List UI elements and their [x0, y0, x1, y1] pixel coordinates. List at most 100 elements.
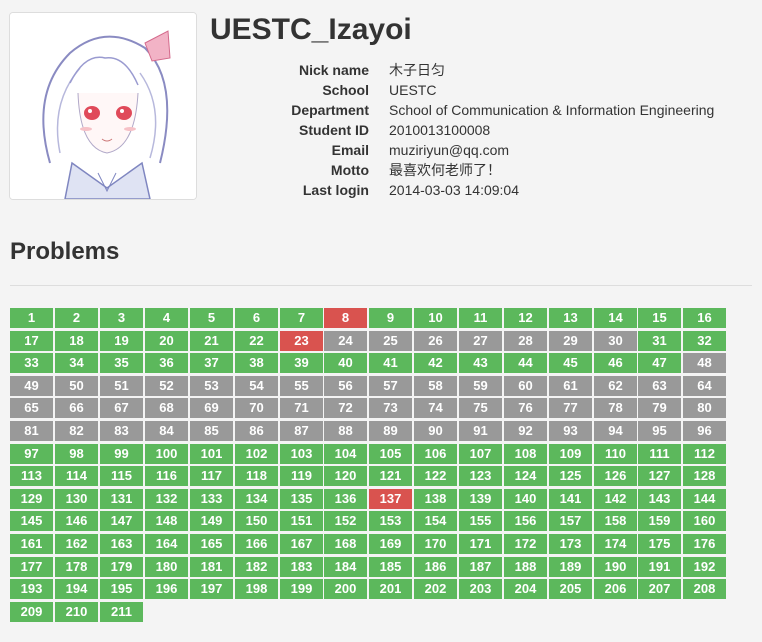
problem-cell-46[interactable]: 46	[594, 353, 637, 373]
problem-cell-204[interactable]: 204	[504, 579, 547, 599]
problem-cell-55[interactable]: 55	[280, 376, 323, 396]
problem-cell-57[interactable]: 57	[369, 376, 412, 396]
problem-cell-73[interactable]: 73	[369, 398, 412, 418]
problem-cell-170[interactable]: 170	[414, 534, 457, 554]
problem-cell-210[interactable]: 210	[55, 602, 98, 622]
problem-cell-118[interactable]: 118	[235, 466, 278, 486]
problem-cell-112[interactable]: 112	[683, 444, 726, 464]
problem-cell-49[interactable]: 49	[10, 376, 53, 396]
problem-cell-84[interactable]: 84	[145, 421, 188, 441]
problem-cell-9[interactable]: 9	[369, 308, 412, 328]
problem-cell-152[interactable]: 152	[324, 511, 367, 531]
problem-cell-203[interactable]: 203	[459, 579, 502, 599]
problem-cell-19[interactable]: 19	[100, 331, 143, 351]
problem-cell-45[interactable]: 45	[549, 353, 592, 373]
problem-cell-174[interactable]: 174	[594, 534, 637, 554]
problem-cell-148[interactable]: 148	[145, 511, 188, 531]
problem-cell-38[interactable]: 38	[235, 353, 278, 373]
problem-cell-12[interactable]: 12	[504, 308, 547, 328]
problem-cell-168[interactable]: 168	[324, 534, 367, 554]
problem-cell-106[interactable]: 106	[414, 444, 457, 464]
problem-cell-85[interactable]: 85	[190, 421, 233, 441]
problem-cell-173[interactable]: 173	[549, 534, 592, 554]
problem-cell-102[interactable]: 102	[235, 444, 278, 464]
problem-cell-87[interactable]: 87	[280, 421, 323, 441]
problem-cell-145[interactable]: 145	[10, 511, 53, 531]
problem-cell-10[interactable]: 10	[414, 308, 457, 328]
problem-cell-62[interactable]: 62	[594, 376, 637, 396]
problem-cell-190[interactable]: 190	[594, 557, 637, 577]
problem-cell-157[interactable]: 157	[549, 511, 592, 531]
problem-cell-103[interactable]: 103	[280, 444, 323, 464]
problem-cell-78[interactable]: 78	[594, 398, 637, 418]
problem-cell-172[interactable]: 172	[504, 534, 547, 554]
problem-cell-29[interactable]: 29	[549, 331, 592, 351]
problem-cell-74[interactable]: 74	[414, 398, 457, 418]
problem-cell-44[interactable]: 44	[504, 353, 547, 373]
problem-cell-209[interactable]: 209	[10, 602, 53, 622]
problem-cell-75[interactable]: 75	[459, 398, 502, 418]
problem-cell-119[interactable]: 119	[280, 466, 323, 486]
problem-cell-123[interactable]: 123	[459, 466, 502, 486]
problem-cell-3[interactable]: 3	[100, 308, 143, 328]
problem-cell-160[interactable]: 160	[683, 511, 726, 531]
problem-cell-20[interactable]: 20	[145, 331, 188, 351]
problem-cell-191[interactable]: 191	[638, 557, 681, 577]
problem-cell-69[interactable]: 69	[190, 398, 233, 418]
problem-cell-211[interactable]: 211	[100, 602, 143, 622]
problem-cell-180[interactable]: 180	[145, 557, 188, 577]
problem-cell-175[interactable]: 175	[638, 534, 681, 554]
problem-cell-109[interactable]: 109	[549, 444, 592, 464]
problem-cell-50[interactable]: 50	[55, 376, 98, 396]
problem-cell-164[interactable]: 164	[145, 534, 188, 554]
problem-cell-71[interactable]: 71	[280, 398, 323, 418]
problem-cell-142[interactable]: 142	[594, 489, 637, 509]
problem-cell-185[interactable]: 185	[369, 557, 412, 577]
problem-cell-7[interactable]: 7	[280, 308, 323, 328]
problem-cell-200[interactable]: 200	[324, 579, 367, 599]
problem-cell-4[interactable]: 4	[145, 308, 188, 328]
problem-cell-176[interactable]: 176	[683, 534, 726, 554]
problem-cell-149[interactable]: 149	[190, 511, 233, 531]
problem-cell-23[interactable]: 23	[280, 331, 323, 351]
problem-cell-35[interactable]: 35	[100, 353, 143, 373]
problem-cell-37[interactable]: 37	[190, 353, 233, 373]
problem-cell-127[interactable]: 127	[638, 466, 681, 486]
problem-cell-79[interactable]: 79	[638, 398, 681, 418]
problem-cell-122[interactable]: 122	[414, 466, 457, 486]
problem-cell-128[interactable]: 128	[683, 466, 726, 486]
problem-cell-97[interactable]: 97	[10, 444, 53, 464]
problem-cell-129[interactable]: 129	[10, 489, 53, 509]
problem-cell-167[interactable]: 167	[280, 534, 323, 554]
problem-cell-192[interactable]: 192	[683, 557, 726, 577]
problem-cell-197[interactable]: 197	[190, 579, 233, 599]
problem-cell-158[interactable]: 158	[594, 511, 637, 531]
problem-cell-92[interactable]: 92	[504, 421, 547, 441]
problem-cell-125[interactable]: 125	[549, 466, 592, 486]
problem-cell-70[interactable]: 70	[235, 398, 278, 418]
problem-cell-41[interactable]: 41	[369, 353, 412, 373]
problem-cell-114[interactable]: 114	[55, 466, 98, 486]
problem-cell-2[interactable]: 2	[55, 308, 98, 328]
problem-cell-198[interactable]: 198	[235, 579, 278, 599]
problem-cell-201[interactable]: 201	[369, 579, 412, 599]
problem-cell-147[interactable]: 147	[100, 511, 143, 531]
problem-cell-161[interactable]: 161	[10, 534, 53, 554]
problem-cell-113[interactable]: 113	[10, 466, 53, 486]
problem-cell-138[interactable]: 138	[414, 489, 457, 509]
problem-cell-151[interactable]: 151	[280, 511, 323, 531]
problem-cell-134[interactable]: 134	[235, 489, 278, 509]
problem-cell-26[interactable]: 26	[414, 331, 457, 351]
problem-cell-115[interactable]: 115	[100, 466, 143, 486]
problem-cell-91[interactable]: 91	[459, 421, 502, 441]
problem-cell-205[interactable]: 205	[549, 579, 592, 599]
problem-cell-16[interactable]: 16	[683, 308, 726, 328]
problem-cell-143[interactable]: 143	[638, 489, 681, 509]
problem-cell-194[interactable]: 194	[55, 579, 98, 599]
problem-cell-132[interactable]: 132	[145, 489, 188, 509]
problem-cell-36[interactable]: 36	[145, 353, 188, 373]
problem-cell-131[interactable]: 131	[100, 489, 143, 509]
problem-cell-137[interactable]: 137	[369, 489, 412, 509]
problem-cell-40[interactable]: 40	[324, 353, 367, 373]
problem-cell-83[interactable]: 83	[100, 421, 143, 441]
